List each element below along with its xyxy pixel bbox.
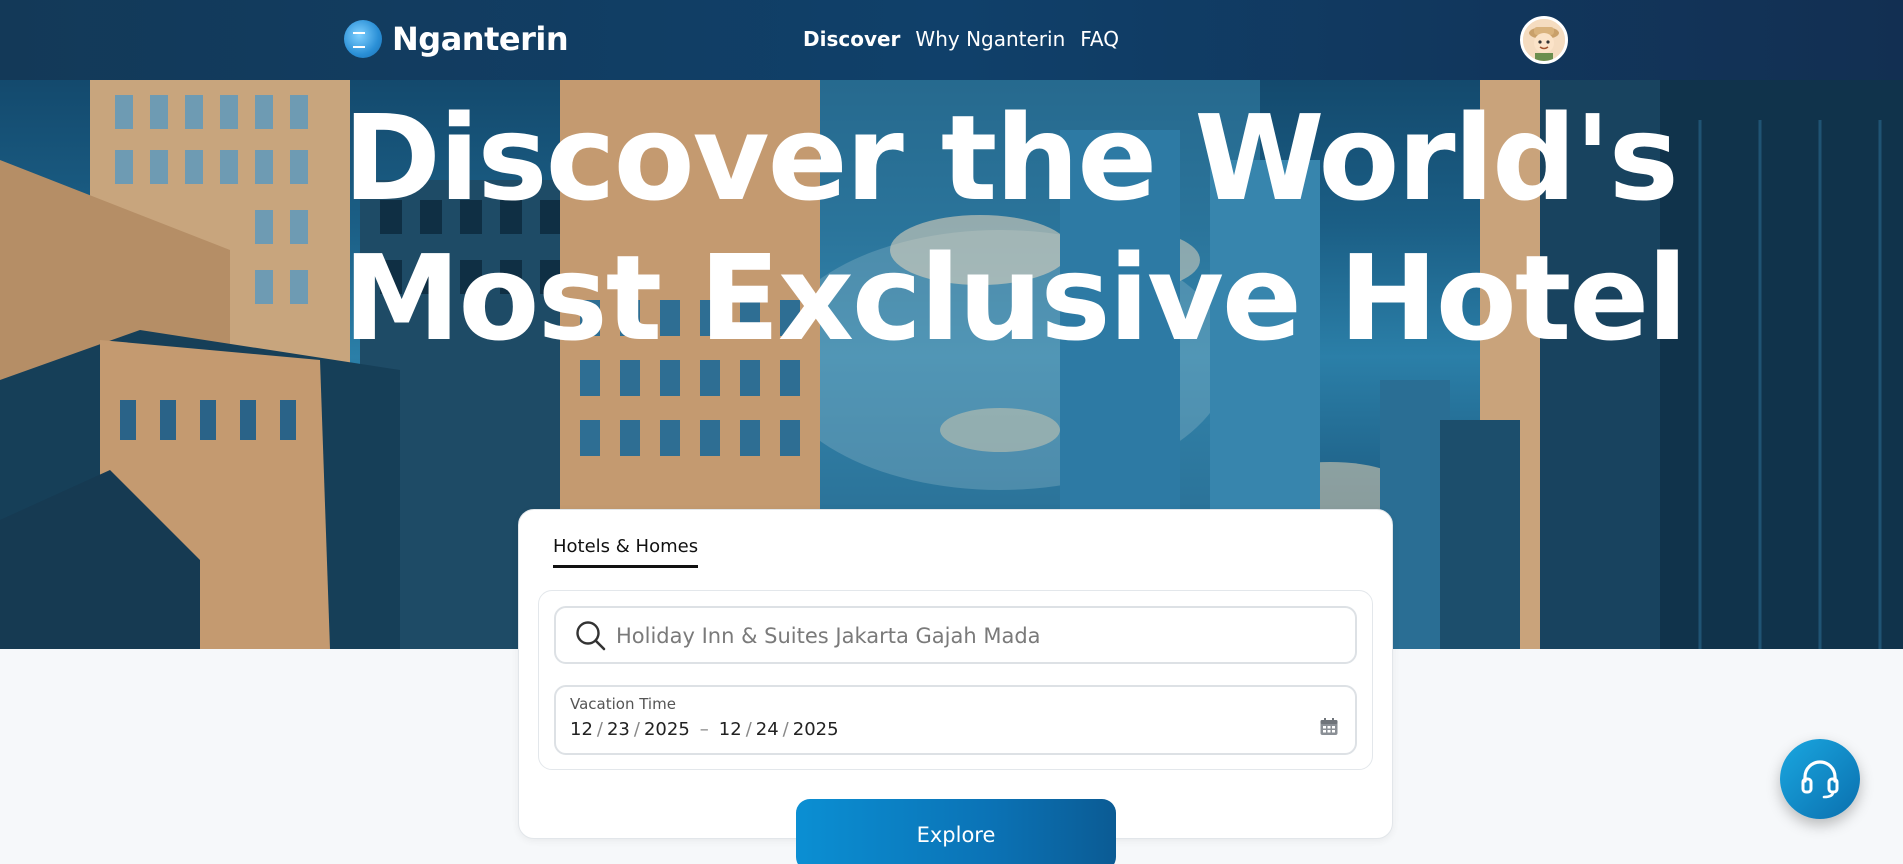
start-month[interactable]: 12 (570, 719, 593, 740)
hero-title: Discover the World's Most Exclusive Hote… (343, 88, 1688, 368)
top-navbar: Nganterin Discover Why Nganterin FAQ (0, 0, 1903, 80)
date-separator: / (633, 719, 640, 740)
nav-item-faq[interactable]: FAQ (1080, 27, 1119, 51)
hero-title-line-2: Most Exclusive Hotel (343, 229, 1688, 367)
start-day[interactable]: 23 (607, 719, 630, 740)
support-button[interactable] (1780, 739, 1860, 819)
date-range-dash: – (699, 719, 709, 740)
nav-item-discover[interactable]: Discover (803, 27, 900, 51)
end-day[interactable]: 24 (756, 719, 779, 740)
vacation-time-field[interactable]: Vacation Time 12 / 23 / 2025 – 12 / 24 /… (554, 685, 1357, 755)
date-range: 12 / 23 / 2025 – 12 / 24 / 2025 (570, 719, 839, 740)
search-icon (576, 621, 606, 651)
calendar-icon[interactable] (1319, 717, 1339, 737)
nav-item-why-nganterin[interactable]: Why Nganterin (915, 27, 1065, 51)
brand-name: Nganterin (392, 20, 569, 58)
search-form: Vacation Time 12 / 23 / 2025 – 12 / 24 /… (538, 590, 1373, 770)
avatar-image (1523, 19, 1565, 61)
tab-hotels-homes[interactable]: Hotels & Homes (553, 536, 699, 568)
date-separator: / (596, 719, 603, 740)
user-avatar[interactable] (1520, 16, 1568, 64)
search-field[interactable] (554, 606, 1357, 664)
brand-logo-icon (344, 20, 382, 58)
headset-icon (1801, 760, 1839, 799)
hero-title-line-1: Discover the World's (343, 89, 1679, 227)
explore-button[interactable]: Explore (796, 799, 1116, 864)
end-year[interactable]: 2025 (793, 719, 839, 740)
search-input[interactable] (616, 618, 1336, 654)
date-separator: / (745, 719, 752, 740)
start-year[interactable]: 2025 (644, 719, 690, 740)
date-separator: / (782, 719, 789, 740)
main-nav: Discover Why Nganterin FAQ (803, 27, 1119, 51)
brand-logo[interactable]: Nganterin (344, 20, 569, 58)
vacation-time-label: Vacation Time (570, 695, 676, 713)
end-month[interactable]: 12 (719, 719, 742, 740)
search-card: Hotels & Homes Vacation Time 12 / 23 / 2… (518, 509, 1393, 864)
